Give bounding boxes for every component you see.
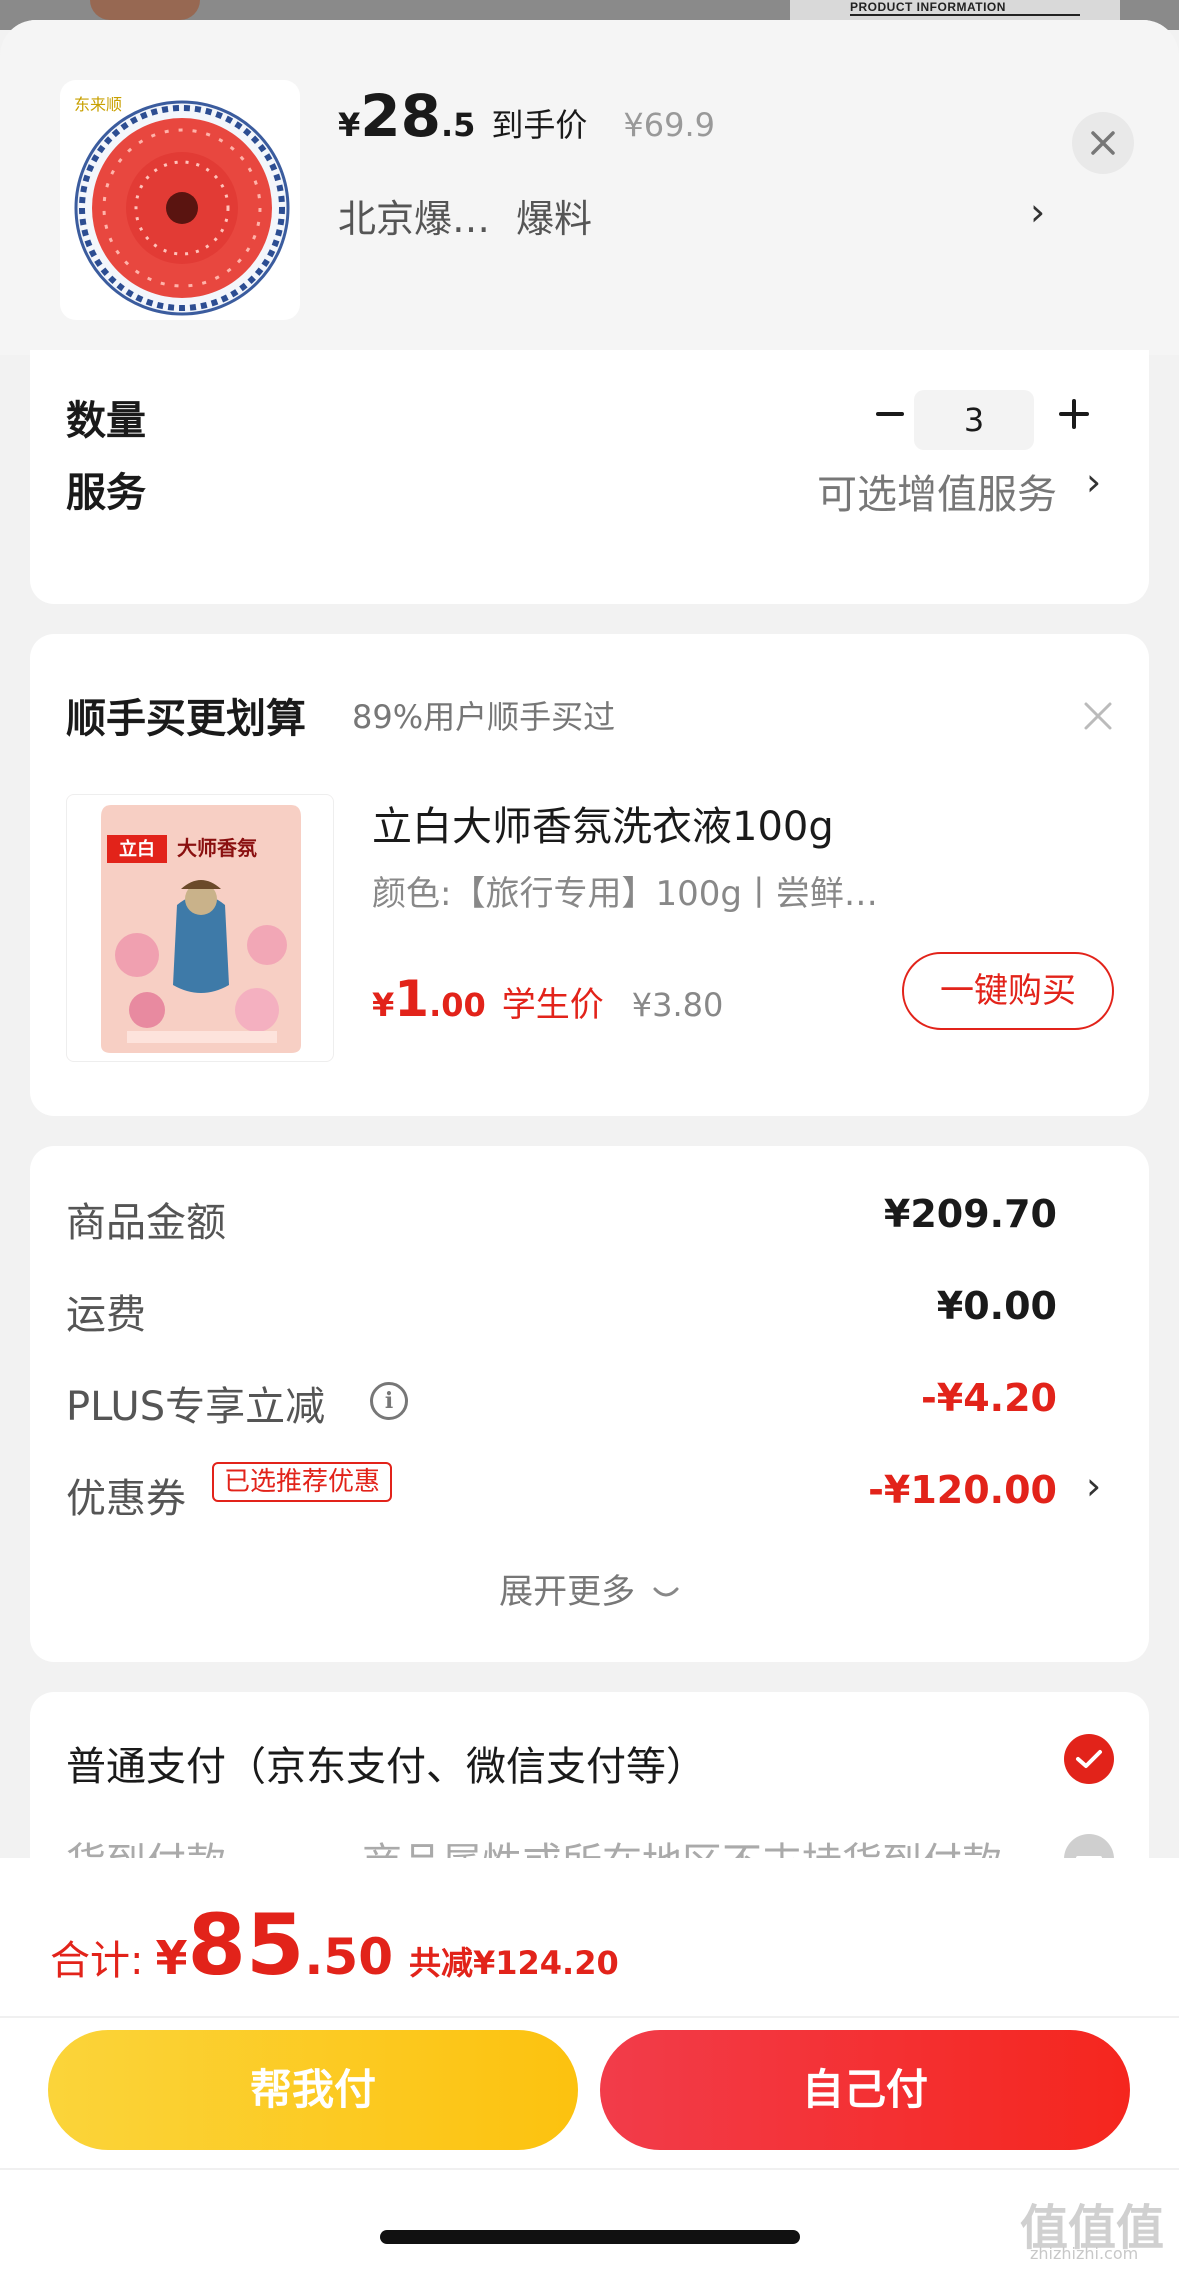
close-recommend-button[interactable] xyxy=(1078,696,1118,736)
chevron-down-icon xyxy=(653,1587,679,1596)
help-me-pay-button[interactable]: 帮我付 xyxy=(48,2030,578,2150)
close-button[interactable] xyxy=(1072,112,1134,174)
check-icon[interactable] xyxy=(1064,1734,1114,1784)
recommend-title: 顺手买更划算 xyxy=(66,696,306,742)
coupon-label: 优惠券 xyxy=(66,1476,186,1522)
price-decimal: .00 xyxy=(429,986,486,1024)
service-label: 服务 xyxy=(66,470,146,516)
total-saved: 共减¥124.20 xyxy=(408,1944,619,1982)
recommend-price: ¥ 1 .00 学生价 ¥3.80 xyxy=(372,970,723,1028)
shipping-label: 运费 xyxy=(66,1292,146,1338)
pack-brand: 立白 xyxy=(119,838,155,860)
recommend-subtitle: 89%用户顺手买过 xyxy=(352,698,616,736)
recommend-card: 顺手买更划算 89%用户顺手买过 立白 大师香氛 立白大师香氛洗衣液100g 颜… xyxy=(30,634,1149,1116)
price-integer: 1 xyxy=(394,970,430,1028)
product-name-text: 北京爆… xyxy=(338,197,491,241)
background-banner-text: PRODUCT INFORMATION xyxy=(850,0,1006,14)
chevron-right-icon[interactable]: › xyxy=(1030,190,1045,234)
product-header: 东来顺 ¥ 28 .5 到手价 ¥69.9 北京爆… 爆料 › xyxy=(0,20,1179,355)
recommend-product-name[interactable]: 立白大师香氛洗衣液100g xyxy=(372,794,834,852)
chevron-right-icon[interactable]: › xyxy=(1086,1464,1101,1508)
home-indicator[interactable] xyxy=(380,2230,800,2244)
brand-logo: 东来顺 xyxy=(74,95,122,114)
quantity-label: 数量 xyxy=(66,398,146,444)
price-label: 学生价 xyxy=(501,985,604,1025)
shipping-value: ¥0.00 xyxy=(936,1284,1057,1328)
close-icon xyxy=(1091,131,1115,155)
subtotal-value: ¥209.70 xyxy=(883,1192,1057,1236)
price-label: 到手价 xyxy=(491,106,588,144)
subtotal-label: 商品金额 xyxy=(66,1200,226,1246)
recommend-product-image[interactable]: 立白 大师香氛 xyxy=(66,794,334,1062)
recommend-product-spec: 颜色:【旅行专用】100g丨尝鲜… xyxy=(372,874,878,914)
minus-icon xyxy=(876,412,904,416)
total-integer: 85 xyxy=(187,1896,305,1994)
background-logo xyxy=(90,0,200,20)
coupon-value[interactable]: -¥120.00 xyxy=(868,1468,1057,1512)
expand-more-label: 展开更多 xyxy=(499,1572,636,1612)
quantity-increase-button[interactable] xyxy=(1044,384,1104,444)
price-integer: 28 xyxy=(360,82,441,150)
chevron-right-icon[interactable]: › xyxy=(1086,460,1101,504)
payment-card: 普通支付（京东支付、微信支付等） 货到付款 商品属性或所在地区不支持货到付款 xyxy=(30,1692,1149,1872)
original-price: ¥3.80 xyxy=(631,986,724,1024)
product-name[interactable]: 北京爆… 爆料 xyxy=(338,188,592,243)
watermark-url: zhizhizhi.com xyxy=(1030,2244,1139,2263)
price-currency: ¥ xyxy=(372,986,395,1024)
quantity-decrease-button[interactable] xyxy=(860,384,920,444)
price-summary-card: 商品金额 ¥209.70 运费 ¥0.00 PLUS专享立减 i -¥4.20 … xyxy=(30,1146,1149,1662)
service-selector[interactable]: 可选增值服务 xyxy=(817,462,1057,520)
checkout-footer: 合计: ¥ 85 .50 共减¥124.20 帮我付 自己付 值值值 zhizh… xyxy=(0,1858,1179,2270)
normal-payment-option[interactable]: 普通支付（京东支付、微信支付等） xyxy=(66,1734,706,1792)
total-decimal: .50 xyxy=(304,1928,393,1986)
divider xyxy=(0,2168,1179,2170)
one-click-buy-button[interactable]: 一键购买 xyxy=(902,952,1114,1030)
product-tag: 爆料 xyxy=(516,197,593,241)
original-price: ¥69.9 xyxy=(623,106,716,144)
total-currency: ¥ xyxy=(155,1931,188,1985)
expand-more-button[interactable]: 展开更多 xyxy=(30,1564,1149,1613)
price-currency: ¥ xyxy=(338,106,361,144)
pack-title: 大师香氛 xyxy=(177,836,257,860)
total-price: 合计: ¥ 85 .50 共减¥124.20 xyxy=(50,1896,619,1994)
pay-myself-button[interactable]: 自己付 xyxy=(600,2030,1130,2150)
divider xyxy=(0,2016,1179,2018)
product-price: ¥ 28 .5 到手价 ¥69.9 xyxy=(338,82,715,152)
options-card: 数量 3 服务 可选增值服务 › xyxy=(30,350,1149,604)
total-label: 合计: xyxy=(50,1938,144,1984)
plus-discount-label: PLUS专享立减 xyxy=(66,1384,326,1430)
checkout-sheet: 东来顺 ¥ 28 .5 到手价 ¥69.9 北京爆… 爆料 › 数量 3 服务 可… xyxy=(0,20,1179,2270)
background-banner: PRODUCT INFORMATION xyxy=(790,0,1120,22)
plus-discount-value: -¥4.20 xyxy=(921,1376,1057,1420)
quantity-input[interactable]: 3 xyxy=(914,390,1034,450)
coupon-badge: 已选推荐优惠 xyxy=(212,1462,393,1502)
product-thumbnail[interactable]: 东来顺 xyxy=(60,80,300,320)
plus-icon xyxy=(1059,399,1089,429)
close-icon xyxy=(1084,702,1112,730)
price-decimal: .5 xyxy=(440,106,476,144)
info-icon[interactable]: i xyxy=(370,1382,408,1420)
